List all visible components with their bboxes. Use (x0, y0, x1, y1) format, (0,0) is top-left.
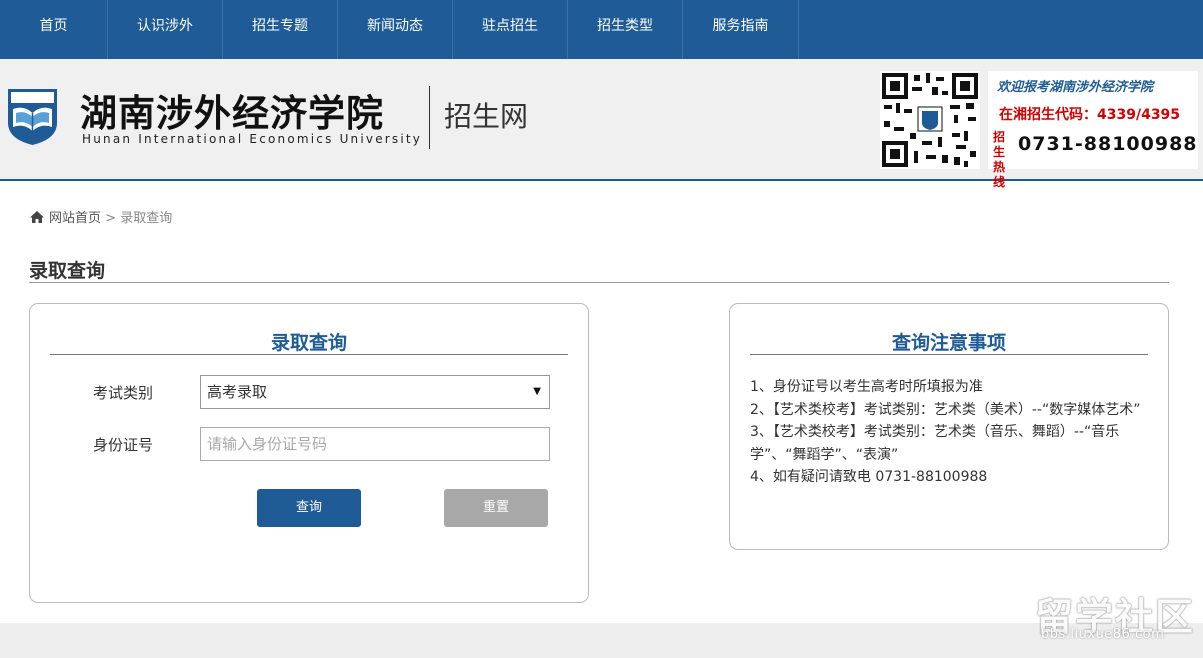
promo-admission-code: 在湘招生代码：4339/4395 (999, 107, 1181, 123)
university-emblem-icon[interactable] (6, 87, 59, 147)
notice-panel-title: 查询注意事项 (891, 332, 1006, 354)
breadcrumb-home-link[interactable]: 网站首页 (49, 211, 101, 226)
logo-english-name: Hunan International Economics University (82, 132, 423, 146)
query-panel-title: 录取查询 (270, 332, 347, 354)
notice-item: 3、【艺术类校考】考试类别：艺术类（音乐、舞蹈）--“音乐学”、“舞蹈学”、“表… (750, 424, 1120, 463)
query-notice-panel: 查询注意事项 1、身份证号以考生高考时所填报为准 2、【艺术类校考】考试类别：艺… (729, 303, 1169, 550)
dropdown-arrow-icon: ▼ (533, 386, 541, 397)
breadcrumb-separator: > (105, 211, 117, 226)
breadcrumb: 网站首页 > 录取查询 (29, 207, 172, 226)
page-title-divider (29, 282, 1169, 283)
logo-chinese-name[interactable]: 湖南涉外经济学院 (80, 83, 384, 137)
exam-type-select[interactable]: 高考录取 ▼ (200, 375, 550, 409)
id-number-label: 身份证号 (93, 436, 154, 454)
admission-promo-banner[interactable]: 欢迎报考湖南涉外经济学院 在湘招生代码：4339/4395 招生热线 0731-… (988, 71, 1198, 189)
notice-list: 1、身份证号以考生高考时所填报为准 2、【艺术类校考】考试类别：艺术类（美术）-… (750, 376, 1150, 489)
nav-item-local-recruitment[interactable]: 驻点招生 (453, 0, 568, 59)
notice-item: 1、身份证号以考生高考时所填报为准 (750, 379, 983, 395)
top-navigation: 首页 认识涉外 招生专题 新闻动态 驻点招生 招生类型 服务指南 (0, 0, 1203, 59)
admission-query-panel: 录取查询 考试类别 高考录取 ▼ 身份证号 查询 重置 (29, 303, 589, 603)
footer-band (0, 623, 1203, 658)
site-header: 湖南涉外经济学院 Hunan International Economics U… (0, 59, 1203, 189)
nav-item-admission-topics[interactable]: 招生专题 (223, 0, 338, 59)
logo-divider (429, 86, 430, 149)
watermark-url: bbs.liuxue86.com (1041, 627, 1165, 642)
query-panel-divider (50, 354, 568, 355)
page-title: 录取查询 (29, 260, 106, 282)
nav-item-admission-types[interactable]: 招生类型 (568, 0, 683, 59)
watermark: 留学社区 bbs.liuxue86.com (1035, 586, 1195, 644)
qr-code-icon (880, 71, 980, 169)
nav-item-home[interactable]: 首页 (0, 0, 108, 59)
exam-type-label: 考试类别 (93, 384, 154, 402)
promo-welcome-text: 欢迎报考湖南涉外经济学院 (997, 80, 1154, 95)
id-number-input[interactable] (200, 427, 550, 461)
promo-hotline-label: 招生热线 (993, 130, 1006, 189)
notice-item: 4、如有疑问请致电 0731-88100988 (750, 469, 988, 485)
nav-item-about[interactable]: 认识涉外 (108, 0, 223, 59)
exam-type-selected-value: 高考录取 (207, 383, 268, 401)
home-icon (30, 211, 44, 223)
nav-item-news[interactable]: 新闻动态 (338, 0, 453, 59)
nav-item-service-guide[interactable]: 服务指南 (683, 0, 799, 59)
promo-phone-number: 0731-88100988 (1018, 133, 1198, 155)
notice-panel-divider (750, 354, 1148, 355)
notice-item: 2、【艺术类校考】考试类别：艺术类（美术）--“数字媒体艺术” (750, 401, 1141, 418)
reset-button[interactable]: 重置 (444, 489, 548, 527)
breadcrumb-current: 录取查询 (120, 211, 173, 226)
logo-subtitle: 招生网 (444, 100, 529, 133)
query-button[interactable]: 查询 (257, 489, 361, 527)
